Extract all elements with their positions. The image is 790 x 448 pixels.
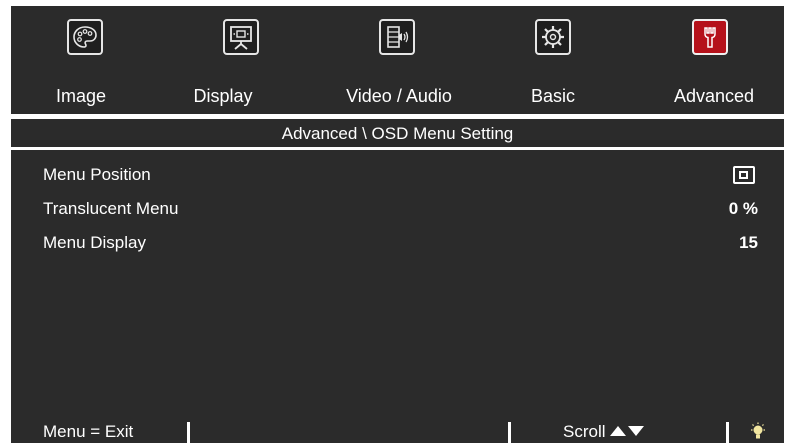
lamp-icon bbox=[749, 422, 767, 447]
setting-value: 15 bbox=[739, 233, 758, 252]
setting-label: Translucent Menu bbox=[43, 199, 179, 218]
arrow-up-icon bbox=[609, 426, 626, 436]
divider bbox=[187, 422, 190, 443]
tab-basic[interactable]: Basic bbox=[503, 6, 643, 114]
tab-label: Display bbox=[193, 86, 253, 106]
divider bbox=[11, 114, 784, 119]
setting-translucent-menu[interactable]: Translucent Menu 0 % bbox=[11, 194, 784, 224]
exit-hint: Menu = Exit bbox=[43, 422, 134, 441]
osd-menu: Image Display Video / Audio Basic Advanc… bbox=[11, 6, 784, 443]
tab-label: Basic bbox=[530, 86, 575, 106]
tab-label: Image bbox=[55, 86, 107, 106]
menu-position-icon bbox=[733, 166, 755, 184]
tab-image[interactable]: Image bbox=[11, 6, 151, 114]
footer-bar: Menu = Exit Scroll bbox=[11, 420, 784, 443]
video-audio-icon bbox=[379, 19, 415, 55]
setting-label: Menu Display bbox=[43, 233, 146, 252]
setting-label: Menu Position bbox=[43, 165, 151, 184]
wrench-icon bbox=[692, 19, 728, 55]
divider bbox=[726, 422, 729, 443]
divider bbox=[11, 147, 784, 150]
gear-icon bbox=[535, 19, 571, 55]
divider bbox=[508, 422, 511, 443]
arrow-down-icon bbox=[627, 426, 644, 436]
setting-menu-display[interactable]: Menu Display 15 bbox=[11, 228, 784, 258]
scroll-hint: Scroll bbox=[563, 422, 644, 442]
setting-menu-position[interactable]: Menu Position bbox=[11, 160, 784, 190]
tab-video-audio[interactable]: Video / Audio bbox=[346, 6, 491, 114]
palette-icon bbox=[67, 19, 103, 55]
tab-advanced[interactable]: Advanced bbox=[644, 6, 784, 114]
display-icon bbox=[223, 19, 259, 55]
tab-label: Advanced bbox=[673, 86, 755, 106]
scroll-label: Scroll bbox=[563, 422, 606, 441]
tab-display[interactable]: Display bbox=[193, 6, 345, 114]
tab-label: Video / Audio bbox=[346, 86, 452, 106]
setting-value: 0 % bbox=[728, 199, 758, 218]
menu-tabs: Image Display Video / Audio Basic Advanc… bbox=[11, 6, 784, 114]
breadcrumb: Advanced \ OSD Menu Setting bbox=[281, 124, 514, 143]
